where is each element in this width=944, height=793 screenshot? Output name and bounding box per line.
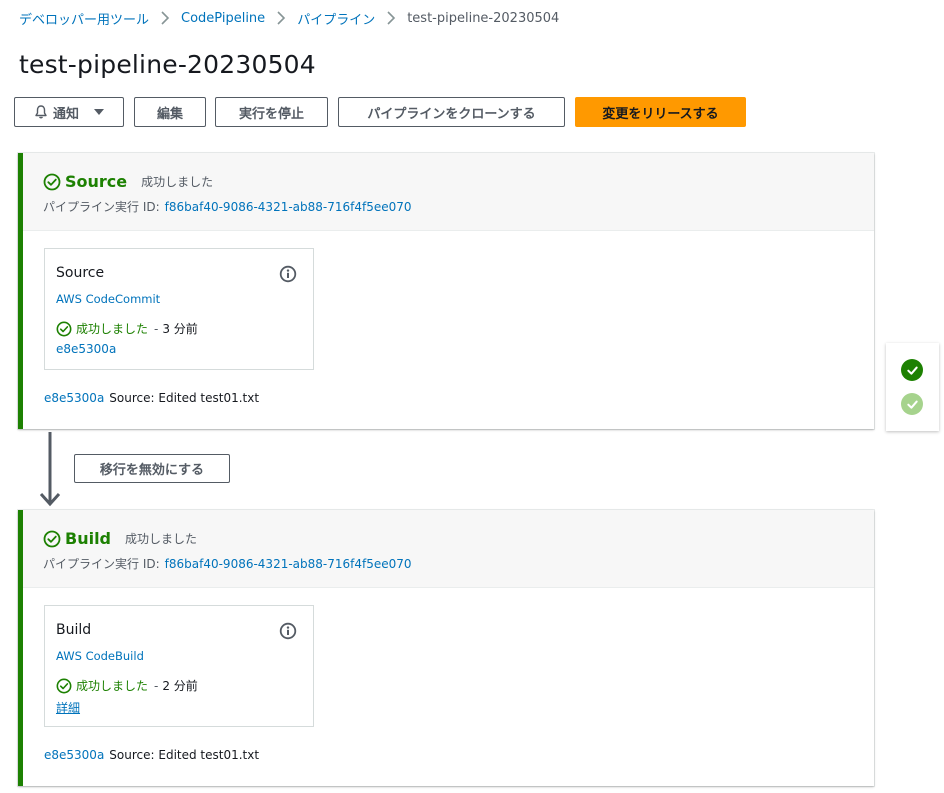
check-circle-outline-icon [56,678,72,694]
breadcrumb-codepipeline[interactable]: CodePipeline [181,11,265,26]
stop-execution-button[interactable]: 実行を停止 [215,97,328,127]
action-provider-link[interactable]: AWS CodeCommit [56,292,160,306]
action-status-row: 成功しました - 3 分前 [56,320,198,337]
edit-button[interactable]: 編集 [134,97,206,127]
stage-header: Build 成功しました パイプライン実行 ID: f86baf40-9086-4… [23,510,874,588]
stage-source: Source 成功しました パイプライン実行 ID: f86baf40-9086-… [18,153,874,429]
stage-header: Source 成功しました パイプライン実行 ID: f86baf40-9086-… [23,153,874,231]
stage-execution-id: パイプライン実行 ID: f86baf40-9086-4321-ab88-716f… [43,198,412,215]
chevron-right-icon [149,11,181,25]
breadcrumb-developer-tools[interactable]: デベロッパー用ツール [19,9,149,28]
breadcrumb-pipelines[interactable]: パイプライン [297,9,375,28]
chevron-right-icon [265,11,297,25]
check-circle-outline-icon [43,530,61,548]
action-details-link[interactable]: 詳細 [56,699,80,716]
stage-status: 成功しました [141,175,214,189]
action-commit-link[interactable]: e8e5300a [56,342,116,356]
commit-row: e8e5300a Source: Edited test01.txt [44,748,259,762]
action-status-separator: - [154,321,159,336]
action-name: Source [56,265,105,281]
breadcrumb-current: test-pipeline-20230504 [407,10,560,26]
info-icon[interactable] [279,622,297,640]
commit-message: Source: Edited test01.txt [109,391,260,405]
action-card-source: Source AWS CodeCommit 成功しました - 3 分前 e8e5… [44,248,314,370]
action-status: 成功しました [76,679,149,693]
check-circle-outline-icon [56,321,72,337]
execution-id-label: パイプライン実行 ID: [43,557,160,571]
page-title: test-pipeline-20230504 [19,50,316,79]
bell-icon [33,104,49,120]
notify-label: 通知 [53,106,80,122]
check-circle-filled-icon[interactable] [901,359,923,381]
notify-button[interactable]: 通知 [14,97,124,127]
action-name: Build [56,622,92,638]
release-change-button[interactable]: 変更をリリースする [575,97,746,127]
action-time: 2 分前 [162,679,198,693]
info-icon[interactable] [279,265,297,283]
disable-transition-button[interactable]: 移行を無効にする [74,454,230,483]
action-provider-link[interactable]: AWS CodeBuild [56,649,144,663]
action-status-row: 成功しました - 2 分前 [56,677,198,694]
action-status: 成功しました [76,322,149,336]
check-circle-light-icon[interactable] [901,393,923,415]
action-time: 3 分前 [162,322,198,336]
stage-status: 成功しました [125,532,198,546]
breadcrumb: デベロッパー用ツール CodePipeline パイプライン test-pipe… [19,9,560,28]
stage-status-panel [886,343,939,431]
stage-name: Source [65,172,128,191]
execution-id-link[interactable]: f86baf40-9086-4321-ab88-716f4f5ee070 [165,557,412,571]
stage-execution-id: パイプライン実行 ID: f86baf40-9086-4321-ab88-716f… [43,555,412,572]
execution-id-label: パイプライン実行 ID: [43,200,160,214]
commit-message: Source: Edited test01.txt [109,748,260,762]
clone-pipeline-button[interactable]: パイプラインをクローンする [338,97,565,127]
action-card-build: Build AWS CodeBuild 成功しました - 2 分前 詳細 [44,605,314,727]
action-status-separator: - [154,678,159,693]
arrow-down-icon [39,432,61,507]
stage-name: Build [65,529,112,548]
stage-title-row: Build 成功しました [43,529,197,548]
execution-id-link[interactable]: f86baf40-9086-4321-ab88-716f4f5ee070 [165,200,412,214]
check-circle-outline-icon [43,173,61,191]
commit-id-link[interactable]: e8e5300a [44,391,104,405]
chevron-right-icon [375,11,407,25]
stage-title-row: Source 成功しました [43,172,213,191]
commit-id-link[interactable]: e8e5300a [44,748,104,762]
commit-row: e8e5300a Source: Edited test01.txt [44,391,259,405]
stage-build: Build 成功しました パイプライン実行 ID: f86baf40-9086-4… [18,510,874,786]
caret-down-icon [93,108,105,116]
